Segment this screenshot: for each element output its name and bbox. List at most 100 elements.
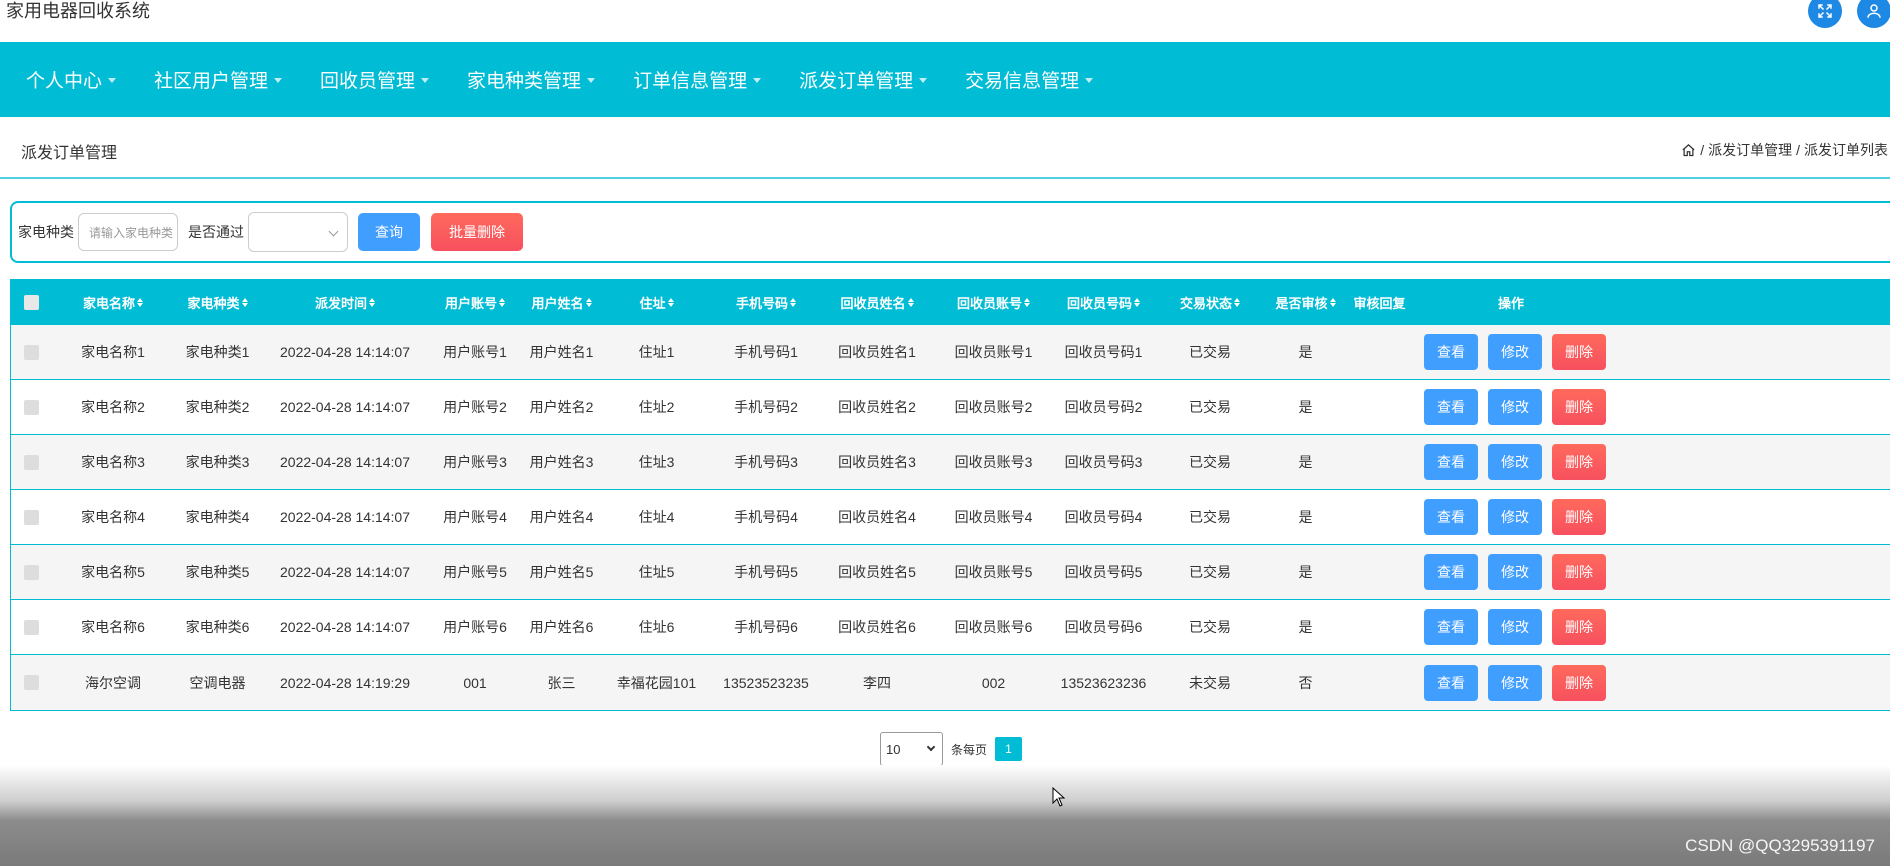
sort-icon — [790, 297, 796, 307]
table-cell: 回收员姓名5 — [838, 564, 916, 580]
select-all-checkbox[interactable] — [23, 294, 39, 310]
batch-delete-button[interactable]: 批量删除 — [431, 213, 523, 251]
sort-icon — [369, 297, 375, 307]
nav-item-6[interactable]: 交易信息管理 — [965, 66, 1094, 93]
approved-select[interactable] — [248, 212, 348, 252]
table-cell: 回收员号码6 — [1064, 619, 1143, 635]
row-checkbox[interactable] — [23, 454, 39, 470]
delete-button[interactable]: 删除 — [1552, 389, 1606, 425]
delete-button[interactable]: 删除 — [1552, 499, 1606, 535]
table-cell: 回收员号码3 — [1064, 454, 1143, 470]
table-row: 家电名称5 家电种类5 2022-04-28 14:14:07 用户账号5 用户姓名5 住… — [11, 545, 1890, 600]
view-button[interactable]: 查看 — [1424, 499, 1478, 535]
table-cell: 李四 — [863, 674, 891, 691]
app-title: 家用电器回收系统 — [6, 1, 150, 21]
column-header: 操作 — [1497, 295, 1524, 311]
table-cell: 空调电器 — [189, 674, 246, 691]
column-header[interactable]: 回收员号码 — [1055, 293, 1152, 312]
table-cell: 回收员姓名6 — [838, 619, 916, 635]
view-button[interactable]: 查看 — [1424, 334, 1478, 370]
edit-button[interactable]: 修改 — [1488, 444, 1542, 480]
query-button[interactable]: 查询 — [358, 213, 420, 251]
search-bar: 家电种类 请输入家电种类 是否通过 查询 批量删除 — [10, 201, 1890, 263]
row-checkbox[interactable] — [23, 564, 39, 580]
view-button[interactable]: 查看 — [1424, 444, 1478, 480]
row-checkbox[interactable] — [23, 619, 39, 635]
row-checkbox[interactable] — [23, 399, 39, 415]
table-cell: 是 — [1298, 619, 1313, 635]
table-cell: 家电种类6 — [185, 619, 250, 635]
table-cell: 用户姓名6 — [529, 619, 594, 635]
table-row: 家电名称6 家电种类6 2022-04-28 14:14:07 用户账号6 用户姓名6 住… — [11, 600, 1890, 655]
table-cell: 用户姓名1 — [529, 344, 594, 360]
delete-button[interactable]: 删除 — [1552, 334, 1606, 370]
row-actions: 查看 修改 删除 — [1416, 609, 1606, 645]
per-page-label: 条每页 — [951, 742, 988, 757]
caret-down-icon — [1085, 78, 1094, 83]
view-button[interactable]: 查看 — [1424, 609, 1478, 645]
nav-item-5[interactable]: 派发订单管理 — [799, 66, 928, 93]
nav-item-2[interactable]: 回收员管理 — [320, 66, 430, 93]
nav-item-1[interactable]: 社区用户管理 — [154, 66, 283, 93]
breadcrumb-sep: / — [1700, 142, 1705, 158]
nav-item-4[interactable]: 订单信息管理 — [633, 66, 762, 93]
table-cell: 002 — [981, 674, 1006, 691]
view-button[interactable]: 查看 — [1424, 664, 1478, 701]
category-search-input[interactable]: 请输入家电种类 — [78, 213, 178, 251]
row-checkbox[interactable] — [23, 344, 39, 360]
delete-button[interactable]: 删除 — [1552, 554, 1606, 590]
view-button[interactable]: 查看 — [1424, 389, 1478, 425]
view-button[interactable]: 查看 — [1424, 554, 1478, 590]
delete-button[interactable]: 删除 — [1552, 609, 1606, 645]
table-cell: 已交易 — [1189, 619, 1231, 635]
column-header[interactable]: 派发时间 — [260, 293, 430, 312]
column-header[interactable]: 手机号码 — [710, 293, 822, 312]
column-header[interactable]: 家电名称 — [51, 293, 175, 312]
column-header[interactable]: 交易状态 — [1152, 293, 1268, 312]
chevron-down-icon — [328, 226, 339, 237]
mouse-cursor-icon — [1052, 787, 1066, 807]
row-actions: 查看 修改 删除 — [1416, 334, 1606, 370]
table-cell: 已交易 — [1189, 399, 1231, 415]
table-cell: 回收员号码2 — [1064, 399, 1143, 415]
home-icon[interactable] — [1681, 143, 1696, 158]
edit-button[interactable]: 修改 — [1488, 664, 1542, 701]
table-cell: 已交易 — [1189, 564, 1231, 580]
column-header[interactable]: 是否审核 — [1268, 293, 1343, 312]
table-cell: 2022-04-28 14:14:07 — [280, 399, 410, 415]
edit-button[interactable]: 修改 — [1488, 389, 1542, 425]
delete-button[interactable]: 删除 — [1552, 444, 1606, 480]
user-icon[interactable] — [1857, 0, 1890, 28]
column-header: 审核回复 — [1353, 295, 1406, 311]
page-size-select[interactable]: 10 — [880, 732, 943, 766]
column-header[interactable]: 回收员姓名 — [822, 293, 932, 312]
edit-button[interactable]: 修改 — [1488, 609, 1542, 645]
column-header[interactable]: 用户账号 — [430, 293, 520, 312]
edit-button[interactable]: 修改 — [1488, 554, 1542, 590]
table-cell: 是 — [1298, 509, 1313, 525]
delete-button[interactable]: 删除 — [1552, 664, 1606, 701]
column-header[interactable]: 用户姓名 — [520, 293, 603, 312]
breadcrumb-item-section[interactable]: 派发订单管理 — [1708, 140, 1792, 160]
edit-button[interactable]: 修改 — [1488, 334, 1542, 370]
row-checkbox[interactable] — [23, 675, 39, 690]
row-checkbox[interactable] — [23, 509, 39, 525]
fullscreen-icon[interactable] — [1808, 0, 1842, 28]
table-cell: 回收员账号5 — [954, 564, 1033, 580]
column-header[interactable]: 回收员账号 — [932, 293, 1055, 312]
column-header[interactable]: 住址 — [603, 293, 710, 312]
table-cell: 家电名称4 — [81, 509, 145, 525]
nav-item-3[interactable]: 家电种类管理 — [467, 66, 596, 93]
table-cell: 001 — [463, 674, 487, 691]
breadcrumb-sep: / — [1796, 142, 1800, 158]
table-cell: 回收员号码5 — [1064, 564, 1143, 580]
nav-item-0[interactable]: 个人中心 — [26, 66, 117, 93]
edit-button[interactable]: 修改 — [1488, 499, 1542, 535]
table-cell: 2022-04-28 14:14:07 — [280, 509, 410, 525]
page-button-current[interactable]: 1 — [995, 737, 1023, 761]
table-cell: 用户姓名5 — [529, 564, 594, 580]
column-header[interactable]: 家电种类 — [175, 293, 260, 312]
sort-icon — [1134, 297, 1140, 307]
table-cell: 住址2 — [638, 399, 675, 415]
table-cell: 用户姓名3 — [529, 454, 594, 470]
